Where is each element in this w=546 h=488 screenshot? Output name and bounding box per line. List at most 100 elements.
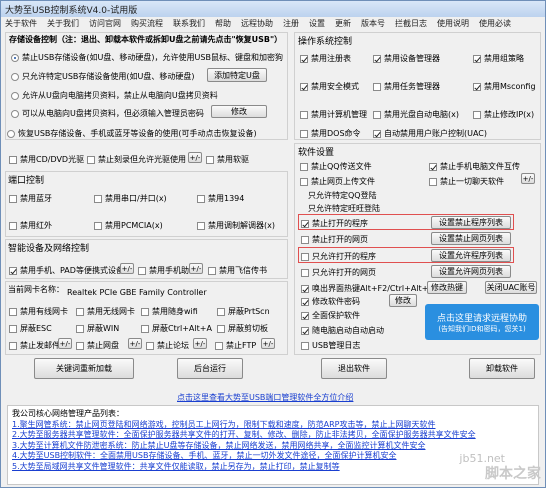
storage-option-readonly[interactable]: 允许从U盘向电脑拷贝资料，禁止从电脑向U盘拷贝资料 — [11, 90, 218, 101]
edit-hotkey-button[interactable]: 修改热键 — [427, 281, 467, 294]
storage-option-password[interactable]: 可以从电脑向U盘拷贝资料，但必须输入管理员密码 — [11, 108, 204, 119]
disable-wireless-nic-checkbox[interactable]: 禁用无线网卡 — [76, 306, 135, 317]
disable-change-ip-checkbox[interactable]: 禁止修改IP(x) — [473, 109, 534, 120]
mobile-plus-minus-button[interactable]: +/- — [120, 263, 134, 274]
email-plus-minus-button[interactable]: +/- — [58, 338, 72, 349]
cd-plus-minus-button[interactable]: +/- — [188, 152, 202, 163]
chat-plus-minus-button[interactable]: +/- — [521, 173, 535, 184]
uninstall-button[interactable]: 卸载软件 — [469, 358, 535, 379]
disable-compmgmt-checkbox[interactable]: 禁用计算机管理 — [300, 109, 367, 120]
disable-autorun-checkbox[interactable]: 禁用光盘自动电脑(x) — [373, 109, 459, 120]
storage-option-restore[interactable]: 恢复USB存储设备、手机或蓝牙等设备的使用(可手动点击恢复设备) — [7, 128, 257, 139]
set-allow-web-button[interactable]: 设置允许网页列表 — [431, 265, 511, 278]
usb-log-checkbox[interactable]: USB管理日志 — [301, 340, 360, 351]
storage-option-specific-usb[interactable]: 只允许特定USB存储设备使用(如U盘、移动硬盘) — [11, 71, 195, 82]
product-item[interactable]: 3.大势至计算机文件防泄密系统：防止禁止U盘等存储设备，禁止网络发送，禁用网络共… — [12, 441, 534, 452]
block-programs-checkbox[interactable]: 禁止打开的程序 — [301, 218, 368, 229]
disable-wired-nic-checkbox[interactable]: 禁用有线网卡 — [9, 306, 68, 317]
allow-specific-wangwang-checkbox[interactable]: 只允许特定旺旺登陆 — [308, 203, 380, 214]
disable-mobile-checkbox[interactable]: 禁用手机、PAD等便携式设备 — [9, 265, 124, 276]
disable-devmgr-checkbox[interactable]: 禁用设备管理器 — [373, 53, 440, 64]
set-block-web-button[interactable]: 设置禁止网页列表 — [431, 232, 511, 245]
disable-dos-checkbox[interactable]: 禁用DOS命令 — [300, 128, 361, 139]
disable-modem-checkbox[interactable]: 禁用调制解调器(x) — [197, 220, 275, 231]
block-netdisk-checkbox[interactable]: 禁止网盘 — [76, 340, 119, 351]
product-item[interactable]: 1.聚生网管系统：禁止网页登陆和网络游戏，控制员工上网行为，限制下载和速度，防范… — [12, 420, 534, 431]
allow-specific-qq-checkbox[interactable]: 只允许特定QQ登陆 — [308, 190, 377, 201]
assistant-plus-minus-button[interactable]: +/- — [189, 263, 203, 274]
ftp-plus-minus-button[interactable]: +/- — [261, 338, 275, 349]
menu-update[interactable]: 更新 — [335, 18, 351, 29]
disable-gpedit-checkbox[interactable]: 禁用组策略 — [473, 53, 524, 64]
autostart-checkbox[interactable]: 随电脑启动自动启动 — [301, 325, 384, 336]
forum-plus-minus-button[interactable]: +/- — [193, 338, 207, 349]
add-specific-usb-button[interactable]: 添加特定U盘 — [207, 68, 267, 82]
storage-option-block-usb[interactable]: 禁止USB存储设备(如U盘、移动硬盘)，允许使用USB鼠标、键盘和加密狗 — [11, 52, 283, 63]
block-ctrl-alt-a-checkbox[interactable]: 屏蔽Ctrl+Alt+A — [141, 323, 212, 334]
label: 禁止QQ传送文件 — [311, 162, 372, 171]
allow-web-checkbox[interactable]: 只允许打开的网页 — [301, 267, 376, 278]
disable-safemode-checkbox[interactable]: 禁用安全模式 — [300, 81, 359, 92]
disable-regedit-checkbox[interactable]: 禁用注册表 — [300, 53, 351, 64]
disable-msconfig-checkbox[interactable]: 禁用Msconfig — [473, 81, 536, 92]
disable-1394-checkbox[interactable]: 禁用1394 — [197, 193, 244, 204]
menu-usage[interactable]: 使用说明 — [437, 18, 469, 29]
disable-burn-checkbox[interactable]: 禁止刻录但允许光驱使用 — [87, 154, 186, 165]
menu-settings[interactable]: 设置 — [309, 18, 325, 29]
full-protect-checkbox[interactable]: 全面保护软件 — [301, 310, 360, 321]
disable-cd-checkbox[interactable]: 禁用CD/DVD光驱 — [9, 154, 84, 165]
change-password-checkbox[interactable]: 修改软件密码 — [301, 296, 360, 307]
background-run-button[interactable]: 后台运行 — [177, 358, 243, 379]
block-web-upload-checkbox[interactable]: 禁止网页上传文件 — [300, 176, 375, 187]
block-forum-checkbox[interactable]: 禁止论坛 — [146, 340, 189, 351]
edit-software-password-button[interactable]: 修改 — [389, 294, 417, 307]
menu-version[interactable]: 版本号 — [361, 18, 385, 29]
reload-keywords-button[interactable]: 关键词重新加载 — [34, 358, 134, 379]
menu-about[interactable]: 关于软件 — [5, 18, 37, 29]
set-block-programs-button[interactable]: 设置禁止程序列表 — [431, 216, 511, 229]
block-qq-file-checkbox[interactable]: 禁止QQ传送文件 — [300, 161, 372, 172]
product-item[interactable]: 4.大势至USB控制软件：全面禁用USB存储设备、手机、蓝牙，禁止一切外发文件途… — [12, 451, 534, 462]
menu-remote[interactable]: 远程协助 — [241, 18, 273, 29]
block-esc-checkbox[interactable]: 屏蔽ESC — [9, 323, 52, 334]
disable-uac-checkbox[interactable]: 自动禁用用户账户控制(UAC) — [373, 128, 487, 139]
block-win-checkbox[interactable]: 屏蔽WIN — [76, 323, 119, 334]
block-prtscn-checkbox[interactable]: 屏蔽PrtScn — [217, 306, 270, 317]
product-item[interactable]: 2.大势至服务器共享管理软件：全面保护服务器共享文件的打开、复制、修改、删除，防… — [12, 430, 534, 441]
menu-about-us[interactable]: 关于我们 — [47, 18, 79, 29]
block-web-checkbox[interactable]: 禁止打开的网页 — [301, 234, 368, 245]
disable-serial-checkbox[interactable]: 禁用串口/并口(x) — [94, 193, 167, 204]
disable-wifi-checkbox[interactable]: 禁用随身wifi — [141, 306, 198, 317]
allow-programs-checkbox[interactable]: 只允许打开的程序 — [301, 251, 376, 262]
disable-taskmgr-checkbox[interactable]: 禁用任务管理器 — [373, 81, 440, 92]
block-email-checkbox[interactable]: 禁止发邮件 — [9, 340, 60, 351]
disable-fetion-checkbox[interactable]: 禁用飞信传书 — [208, 265, 267, 276]
block-ftp-checkbox[interactable]: 禁止FTP — [215, 340, 256, 351]
product-item[interactable]: 5.大势至局域网共享文件管理软件：共享文件仅能读取，禁止另存为，禁止打印，禁止复… — [12, 462, 534, 473]
close-uac-account-button[interactable]: 关闭UAC账号 — [485, 281, 537, 294]
netdisk-plus-minus-button[interactable]: +/- — [128, 338, 142, 349]
hotkey-checkbox[interactable]: 唤出界面热键Alt+F2/Ctrl+Alt+F2 — [301, 283, 438, 294]
label: 可以从电脑向U盘拷贝资料，但必须输入管理员密码 — [22, 109, 204, 118]
exit-button[interactable]: 退出软件 — [321, 358, 387, 379]
set-allow-programs-button[interactable]: 设置允许程序列表 — [431, 249, 511, 262]
label: USB管理日志 — [312, 341, 361, 350]
disable-bluetooth-checkbox[interactable]: 禁用蓝牙 — [9, 193, 52, 204]
label: 禁用DOS命令 — [311, 129, 361, 138]
disable-floppy-checkbox[interactable]: 禁用软驱 — [206, 154, 249, 165]
menu-log[interactable]: 拦截日志 — [395, 18, 427, 29]
block-phone-pc-transfer-checkbox[interactable]: 禁止手机电脑文件互传 — [429, 161, 520, 172]
edit-password-button[interactable]: 修改 — [211, 105, 267, 118]
menu-buy[interactable]: 购买流程 — [131, 18, 163, 29]
menu-contact[interactable]: 联系我们 — [173, 18, 205, 29]
block-clipboard-checkbox[interactable]: 屏蔽剪切板 — [217, 323, 268, 334]
remote-assist-button[interactable]: 点击这里请求远程协助 (告知我们ID和密码，您关1) — [425, 304, 539, 340]
menu-register[interactable]: 注册 — [283, 18, 299, 29]
intro-link[interactable]: 点击这里查看大势至USB端口管理软件全方位介绍 — [177, 392, 353, 403]
disable-pcmcia-checkbox[interactable]: 禁用PCMCIA(x) — [94, 220, 163, 231]
block-chat-checkbox[interactable]: 禁止一切聊天软件 — [429, 176, 504, 187]
menu-website[interactable]: 访问官网 — [89, 18, 121, 29]
disable-infrared-checkbox[interactable]: 禁用红外 — [9, 220, 52, 231]
menu-readme[interactable]: 使用必读 — [479, 18, 511, 29]
menu-help[interactable]: 帮助 — [215, 18, 231, 29]
